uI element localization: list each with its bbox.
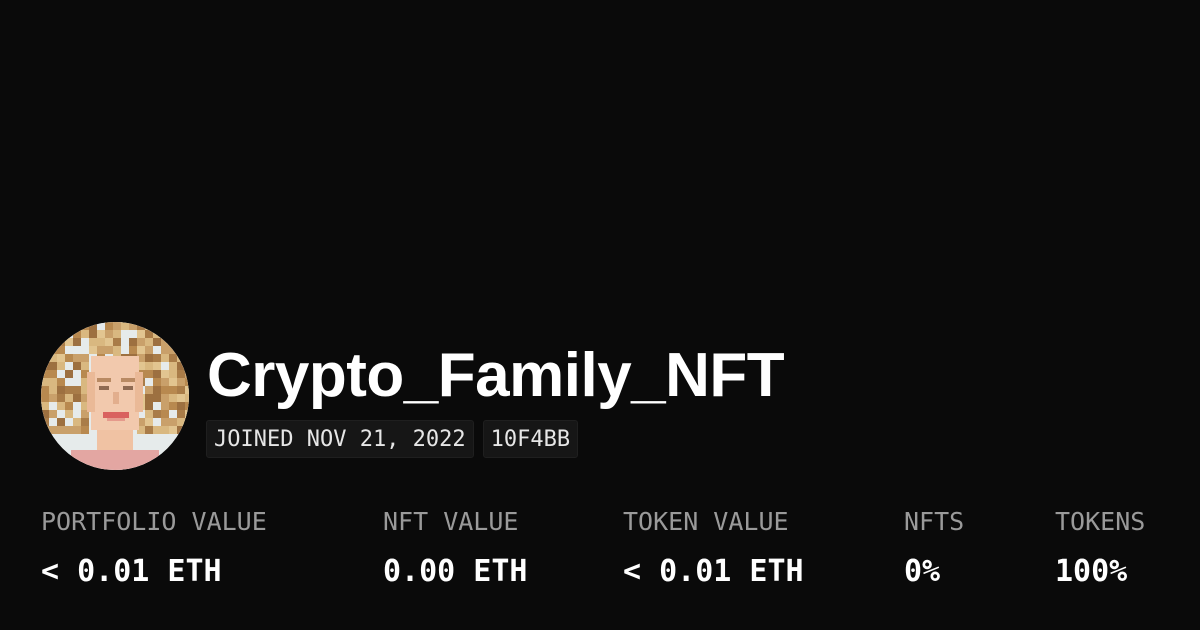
stat-tokens: TOKENS 100% [1055,505,1145,590]
stat-value: 0% [904,554,941,589]
stat-label: TOKENS [1055,507,1146,536]
stat-label: NFT VALUE [383,507,519,536]
stat-label: PORTFOLIO VALUE [41,507,267,536]
joined-date-badge: JOINED NOV 21, 2022 [206,420,474,458]
stat-value: < 0.01 ETH [623,554,804,589]
stat-value: 100% [1055,554,1128,589]
stat-label: NFTS [904,507,965,536]
stat-value: 0.00 ETH [383,554,528,589]
stat-nft-value: NFT VALUE 0.00 ETH [383,505,528,590]
avatar [41,322,189,470]
stat-value: < 0.01 ETH [41,554,222,589]
profile-card: Crypto_Family_NFT JOINED NOV 21, 2022 10… [0,0,1200,630]
address-badge: 10F4BB [482,420,579,458]
stat-portfolio-value: PORTFOLIO VALUE < 0.01 ETH [41,505,267,590]
stat-label: TOKEN VALUE [623,507,789,536]
stat-nfts: NFTS 0% [904,505,964,590]
stat-token-value: TOKEN VALUE < 0.01 ETH [623,505,804,590]
username: Crypto_Family_NFT [207,341,785,410]
pixel-portrait-avatar-icon [41,322,189,470]
profile-badges: JOINED NOV 21, 2022 10F4BB [206,420,579,458]
